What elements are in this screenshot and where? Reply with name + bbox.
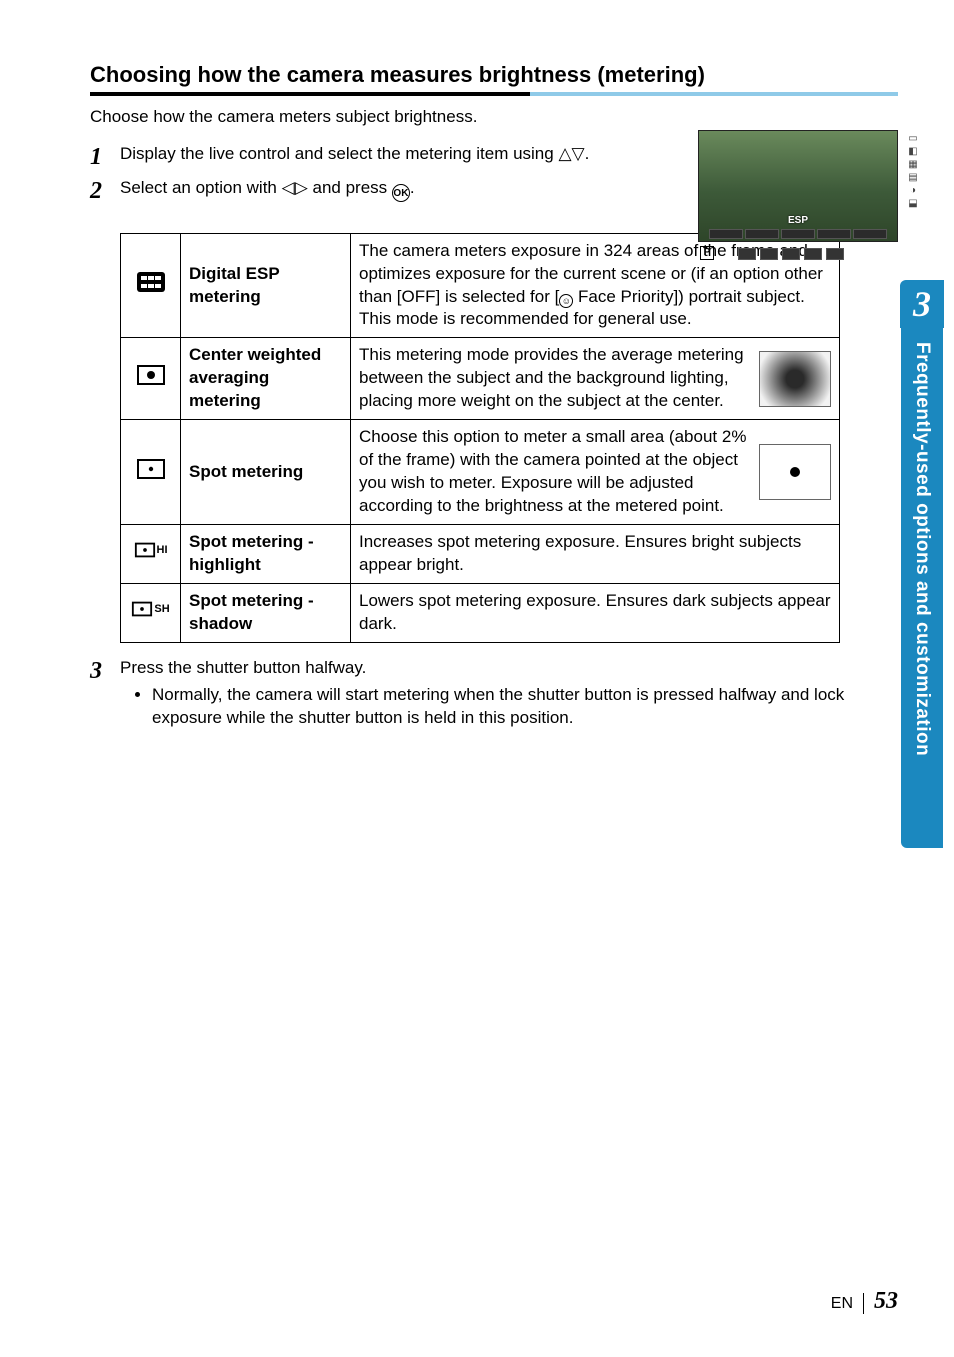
mode-desc: Increases spot metering exposure. Ensure… (351, 524, 840, 583)
title-rule (90, 92, 898, 96)
ok-button-icon: OK (392, 184, 410, 202)
footer-lang: EN (831, 1293, 864, 1315)
center-weighted-swatch-icon (759, 351, 831, 407)
lcd-icon: ⬓ (908, 199, 917, 209)
intro-text: Choose how the camera meters subject bri… (90, 106, 898, 129)
center-weighted-icon (136, 371, 166, 390)
lcd-icon: ◧ (908, 147, 917, 157)
icon-suffix: HI (157, 543, 168, 558)
metering-table: Digital ESP metering The camera meters e… (120, 233, 840, 643)
mode-icon-center (121, 338, 181, 420)
step-3-bullet: Normally, the camera will start metering… (152, 684, 898, 730)
lcd-icon: ▤ (908, 173, 917, 183)
desc-text: This metering mode provides the average … (359, 344, 751, 413)
lcd-mode-label: ESP (699, 214, 897, 228)
lcd-icon: ▭ (908, 134, 917, 144)
table-row: SH Spot metering - shadow Lowers spot me… (121, 583, 840, 642)
lcd-bottom-icons (738, 248, 844, 260)
step-1-text: Display the live control and select the … (120, 144, 554, 163)
mode-icon-spot-sh: SH (121, 583, 181, 642)
step-2-text-a: Select an option with (120, 178, 277, 197)
page-footer: EN 53 (831, 1285, 898, 1317)
left-right-arrows-icon: ◁▷ (282, 178, 308, 197)
step-2-text-c: . (410, 178, 415, 197)
lcd-preview: ESP ▭ ◧ ▦ ▤ ◑ ⬓ P (698, 130, 898, 242)
spot-sh-icon: SH (131, 598, 169, 620)
mode-name: Spot metering - highlight (181, 524, 351, 583)
table-row: Digital ESP metering The camera meters e… (121, 233, 840, 338)
page-title: Choosing how the camera measures brightn… (90, 60, 898, 90)
mode-name: Spot metering (181, 420, 351, 525)
lcd-P-badge: P (700, 246, 714, 260)
table-row: HI Spot metering - highlight Increases s… (121, 524, 840, 583)
spot-swatch-icon (759, 444, 831, 500)
lcd-icon: ▦ (908, 160, 917, 170)
mode-desc: Lowers spot metering exposure. Ensures d… (351, 583, 840, 642)
step-1-suffix: . (585, 144, 590, 163)
spot-metering-icon (136, 465, 166, 484)
mode-icon-spot (121, 420, 181, 525)
up-down-arrows-icon: △▽ (558, 144, 584, 163)
desc-text: Face Priority]) (573, 287, 684, 306)
esp-metering-icon (136, 278, 166, 297)
step-number-2: 2 (90, 179, 120, 203)
chapter-number: 3 (900, 280, 944, 328)
face-priority-icon: ☺ (559, 294, 573, 308)
lcd-icon: ◑ (910, 186, 916, 196)
mode-desc: This metering mode provides the average … (351, 338, 840, 420)
chapter-label: Frequently-used options and customizatio… (901, 328, 943, 848)
step-3-text: Press the shutter button halfway. (120, 657, 898, 680)
lcd-side-icons: ▭ ◧ ▦ ▤ ◑ ⬓ (902, 134, 924, 209)
step-number-3: 3 (90, 659, 120, 683)
step-number-1: 1 (90, 145, 120, 169)
mode-name: Digital ESP metering (181, 233, 351, 338)
mode-name: Spot metering - shadow (181, 583, 351, 642)
mode-name: Center weighted averaging metering (181, 338, 351, 420)
table-row: Spot metering Choose this option to mete… (121, 420, 840, 525)
step-2-text-b: and press (313, 178, 388, 197)
table-row: Center weighted averaging metering This … (121, 338, 840, 420)
chapter-tab: 3 Frequently-used options and customizat… (900, 280, 944, 848)
desc-text: Choose this option to meter a small area… (359, 426, 751, 518)
mode-icon-spot-hi: HI (121, 524, 181, 583)
mode-desc: Choose this option to meter a small area… (351, 420, 840, 525)
icon-suffix: SH (154, 602, 169, 617)
footer-page-number: 53 (874, 1285, 898, 1317)
mode-icon-esp (121, 233, 181, 338)
spot-hi-icon: HI (134, 539, 168, 561)
